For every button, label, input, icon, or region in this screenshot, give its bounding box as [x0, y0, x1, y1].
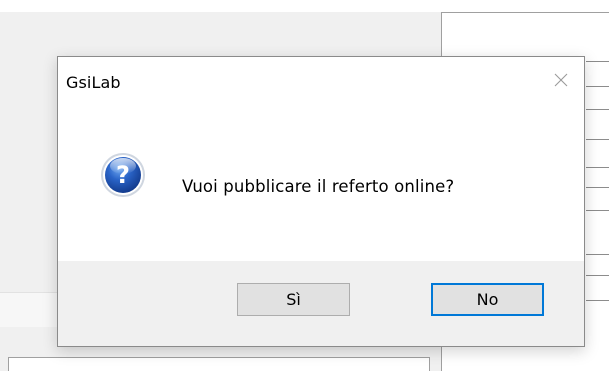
panel-divider: [586, 61, 609, 62]
panel-divider: [586, 254, 609, 255]
panel-divider: [586, 109, 609, 110]
panel-divider: [586, 275, 609, 276]
panel-divider: [586, 139, 609, 140]
panel-divider: [586, 187, 609, 188]
panel-divider: [586, 167, 609, 168]
dialog-message: Vuoi pubblicare il referto online?: [182, 177, 455, 196]
no-button[interactable]: No: [431, 283, 544, 316]
dialog-content: ? Vuoi pubblicare il referto online?: [58, 105, 584, 261]
question-icon: ?: [101, 153, 145, 197]
dialog-titlebar[interactable]: GsiLab: [58, 57, 584, 105]
panel-divider: [586, 300, 609, 301]
close-button[interactable]: [538, 57, 584, 103]
dialog-title: GsiLab: [66, 73, 121, 92]
panel-divider: [586, 210, 609, 211]
panel-divider: [586, 86, 609, 87]
dialog-footer: Sì No: [58, 261, 584, 346]
background-field: [8, 357, 430, 371]
svg-text:?: ?: [116, 161, 130, 189]
message-dialog: GsiLab ? Vuoi pubblicare il referto onli…: [57, 56, 585, 347]
background-strip: [0, 292, 58, 327]
close-icon: [554, 73, 568, 87]
yes-button[interactable]: Sì: [237, 283, 350, 316]
background-window-area: [0, 0, 609, 12]
